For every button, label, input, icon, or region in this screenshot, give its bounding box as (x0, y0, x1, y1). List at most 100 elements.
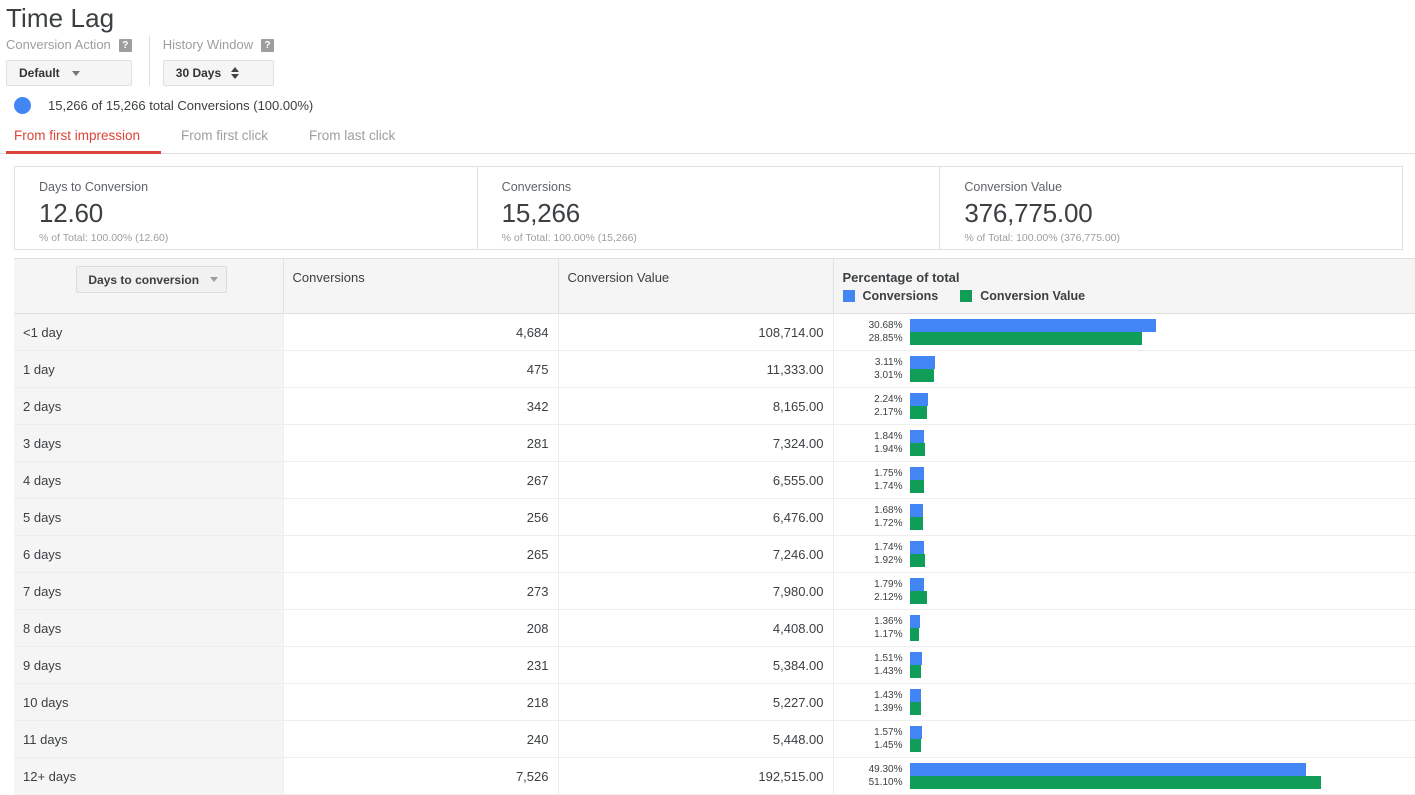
pct-label-conversion-value: 1.45% (874, 740, 903, 751)
pct-label-conversion-value: 1.92% (874, 555, 903, 566)
metric-subtext: % of Total: 100.00% (376,775.00) (964, 232, 1121, 244)
cell-days-to-conversion: 12+ days (14, 757, 283, 795)
metric-value: 376,775.00 (964, 198, 1093, 228)
tab-bar: From first impression From first click F… (0, 120, 1415, 154)
pct-label-conversion-value: 1.72% (874, 518, 903, 529)
pct-label-conversions: 3.11% (874, 357, 903, 368)
bar-conversion-value (909, 517, 924, 530)
cell-conversion-value: 6,555.00 (557, 461, 833, 499)
table-row: 11 days 240 5,448.00 1.57% 1.45% (14, 720, 1415, 758)
cell-conversion-value: 8,165.00 (557, 387, 833, 425)
column-header-percentage-of-total: Percentage of total Conversions Conversi… (832, 258, 1415, 314)
cell-days-to-conversion: 8 days (14, 609, 283, 647)
bar-conversion-value (909, 628, 919, 641)
bar-conversions (909, 393, 928, 406)
history-window-select[interactable]: 30 Days (162, 60, 275, 86)
conversions-legend-dot (14, 97, 31, 114)
cell-conversion-value: 4,408.00 (557, 609, 833, 647)
cell-percentage-of-total: 1.36% 1.17% (832, 609, 1415, 647)
cell-conversions: 342 (282, 387, 558, 425)
tab-from-last-click[interactable]: From last click (289, 128, 416, 153)
pct-label-conversions: 1.74% (874, 542, 903, 553)
help-icon[interactable]: ? (118, 38, 132, 52)
bar-conversions (909, 504, 924, 517)
bar-conversion-value (909, 776, 1321, 789)
legend-swatch-conversion-value (960, 290, 973, 302)
cell-conversion-value: 5,384.00 (557, 646, 833, 684)
pct-header-title: Percentage of total (842, 270, 960, 285)
cell-percentage-of-total: 1.68% 1.72% (832, 498, 1415, 536)
bar-conversions (909, 652, 922, 665)
pct-legend: Conversions Conversion Value (842, 289, 1404, 303)
pct-label-conversion-value: 51.10% (868, 777, 903, 788)
pct-label-conversion-value: 1.39% (874, 703, 903, 714)
pct-label-conversion-value: 2.12% (874, 592, 903, 603)
dimension-select-label: Days to conversion (88, 272, 200, 287)
legend-label-conversion-value: Conversion Value (980, 289, 1086, 303)
dimension-select[interactable]: Days to conversion (76, 266, 228, 293)
cell-days-to-conversion: 10 days (14, 683, 283, 721)
column-header-conversions[interactable]: Conversions (282, 258, 558, 314)
cell-days-to-conversion: 7 days (14, 572, 283, 610)
table-row: <1 day 4,684 108,714.00 30.68% 28.85% (14, 313, 1415, 351)
pct-label-conversions: 1.43% (874, 690, 903, 701)
cell-percentage-of-total: 1.51% 1.43% (832, 646, 1415, 684)
cell-conversions: 7,526 (282, 757, 558, 795)
pct-label-conversions: 1.84% (874, 431, 903, 442)
table-row: 6 days 265 7,246.00 1.74% 1.92% (14, 535, 1415, 573)
metric-label: Days to Conversion (39, 180, 149, 194)
cell-conversions: 208 (282, 609, 558, 647)
cell-percentage-of-total: 2.24% 2.17% (832, 387, 1415, 425)
bar-conversion-value (909, 443, 926, 456)
bar-conversion-value (909, 739, 922, 752)
cell-conversions: 256 (282, 498, 558, 536)
cell-conversions: 475 (282, 350, 558, 388)
bar-conversions (909, 726, 923, 739)
tab-from-first-impression[interactable]: From first impression (6, 128, 162, 154)
table-header-row: Days to conversion Conversions Conversio… (14, 258, 1415, 314)
table-row: 4 days 267 6,555.00 1.75% 1.74% (14, 461, 1415, 499)
bar-conversion-value (909, 480, 924, 493)
cell-days-to-conversion: 9 days (14, 646, 283, 684)
pct-label-conversions: 2.24% (874, 394, 903, 405)
cell-percentage-of-total: 1.75% 1.74% (832, 461, 1415, 499)
bar-conversions (909, 615, 921, 628)
cell-percentage-of-total: 1.84% 1.94% (832, 424, 1415, 462)
metric-label: Conversions (501, 180, 572, 194)
help-icon[interactable]: ? (261, 38, 275, 52)
cell-days-to-conversion: 2 days (14, 387, 283, 425)
legend-label-conversions: Conversions (862, 289, 939, 303)
conversion-action-select[interactable]: Default (6, 60, 132, 86)
cell-conversion-value: 7,246.00 (557, 535, 833, 573)
cell-conversion-value: 5,227.00 (557, 683, 833, 721)
pct-label-conversions: 49.30% (868, 764, 903, 775)
cell-conversions: 218 (282, 683, 558, 721)
metric-card-days-to-conversion: Days to Conversion 12.60 % of Total: 100… (15, 167, 477, 249)
cell-days-to-conversion: 3 days (14, 424, 283, 462)
pct-label-conversion-value: 3.01% (874, 370, 903, 381)
metric-card-conversion-value: Conversion Value 376,775.00 % of Total: … (939, 167, 1402, 249)
bar-conversions (909, 578, 924, 591)
pct-label-conversions: 30.68% (868, 320, 903, 331)
column-header-conversion-value[interactable]: Conversion Value (557, 258, 833, 314)
legend-swatch-conversions (842, 290, 855, 302)
table-body: <1 day 4,684 108,714.00 30.68% 28.85% 1 day 47… (14, 313, 1415, 795)
pct-label-conversion-value: 1.43% (874, 666, 903, 677)
pct-label-conversions: 1.68% (874, 505, 903, 516)
cell-conversions: 4,684 (282, 313, 558, 351)
bar-conversion-value (909, 332, 1142, 345)
tab-from-first-click[interactable]: From first click (161, 128, 289, 153)
pct-label-conversions: 1.75% (874, 468, 903, 479)
cell-conversion-value: 108,714.00 (557, 313, 833, 351)
bar-conversion-value (909, 591, 927, 604)
bar-conversions (909, 541, 924, 554)
pct-label-conversion-value: 1.17% (874, 629, 903, 640)
cell-days-to-conversion: <1 day (14, 313, 283, 351)
bar-conversions (909, 689, 921, 702)
cell-percentage-of-total: 30.68% 28.85% (832, 313, 1415, 351)
time-lag-table: Days to conversion Conversions Conversio… (14, 258, 1415, 795)
page-title: Time Lag (6, 3, 115, 33)
metric-subtext: % of Total: 100.00% (12.60) (39, 232, 169, 244)
metric-label: Conversion Value (964, 180, 1063, 194)
bar-conversion-value (909, 406, 927, 419)
